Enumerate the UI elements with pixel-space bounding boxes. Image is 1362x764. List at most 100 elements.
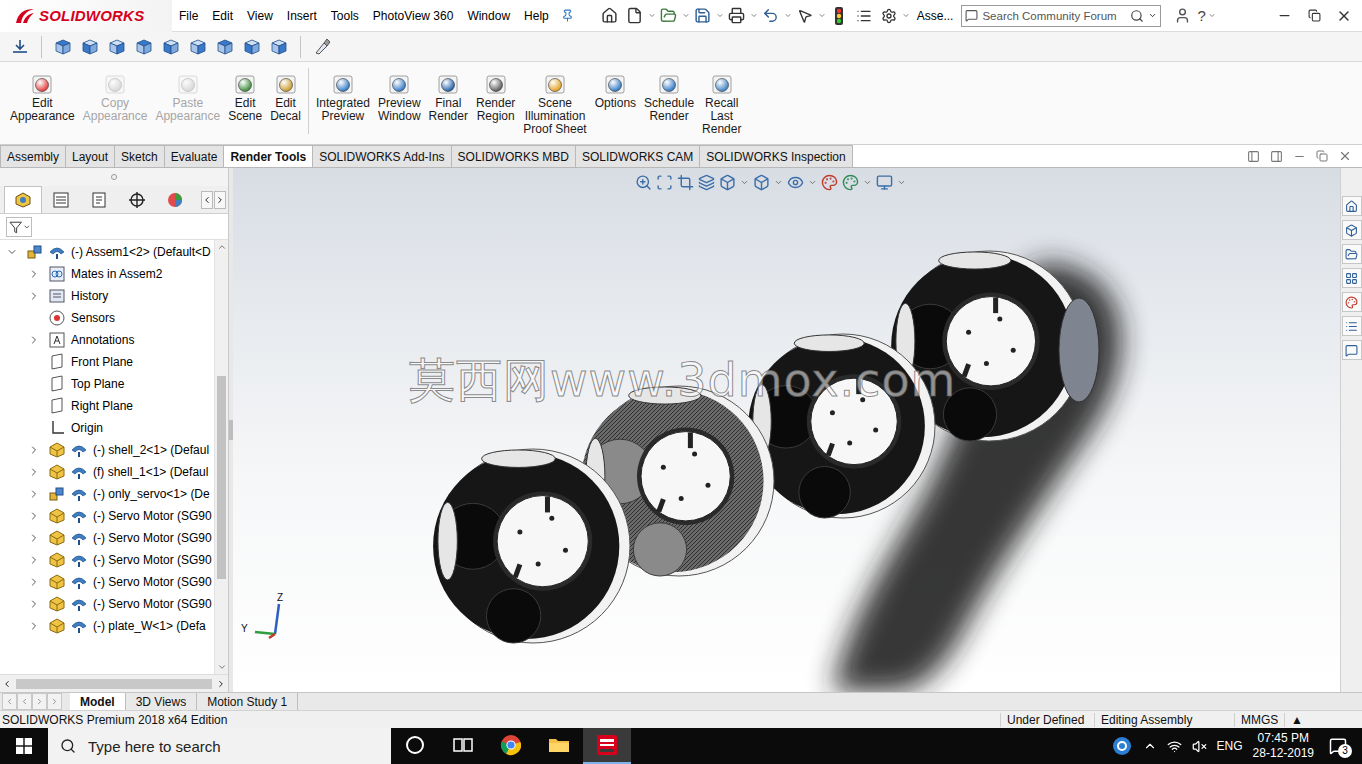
command-tab[interactable]: Sketch (114, 145, 165, 167)
view-orientation-icon[interactable] (134, 37, 154, 57)
home-button[interactable] (598, 4, 622, 28)
tab-scroll-right[interactable] (214, 191, 226, 209)
rebuild-button[interactable] (827, 4, 851, 28)
tree-item[interactable]: (-) plate_W<1> (Defa (0, 615, 214, 637)
user-button[interactable] (1169, 4, 1195, 28)
collapsed-icon[interactable] (28, 576, 40, 588)
ribbon-button[interactable]: FinalRender (425, 74, 472, 123)
view-orientation-icon[interactable] (188, 37, 208, 57)
apply-scene-icon[interactable] (842, 174, 859, 191)
tab-nav-prev[interactable] (17, 693, 32, 710)
save-button[interactable] (691, 4, 715, 28)
view-settings-icon[interactable] (876, 174, 893, 191)
scroll-down-icon[interactable] (217, 662, 227, 672)
tab-scroll-left[interactable] (201, 191, 213, 209)
tree-item[interactable]: Front Plane (0, 351, 214, 373)
view-orientation-icon[interactable] (107, 37, 127, 57)
network-icon[interactable] (1167, 739, 1182, 754)
taskbar-app[interactable] (535, 728, 583, 764)
collapsed-icon[interactable] (28, 268, 40, 280)
tree-item[interactable]: (-) Servo Motor (SG90 (0, 505, 214, 527)
task-pane-tab[interactable] (1342, 340, 1362, 360)
taskbar-app[interactable] (583, 728, 631, 764)
command-tab[interactable]: SOLIDWORKS MBD (451, 145, 576, 167)
scroll-up-icon[interactable] (217, 242, 227, 252)
tile-right-icon[interactable] (1270, 150, 1283, 163)
new-button[interactable] (623, 4, 647, 28)
help-button[interactable]: ? (1195, 7, 1207, 24)
collapsed-icon[interactable] (28, 532, 40, 544)
zoom-to-fit-icon[interactable] (635, 174, 652, 191)
show-hidden-icon[interactable] (1143, 739, 1157, 753)
tab-nav-last[interactable] (47, 693, 62, 710)
collapsed-icon[interactable] (28, 466, 40, 478)
solidworks-app-icon[interactable] (595, 733, 619, 757)
view-orientation-icon[interactable] (161, 37, 181, 57)
view-orientation-icon[interactable] (719, 174, 736, 191)
view-orientation-button[interactable] (105, 35, 129, 59)
collapsed-icon[interactable] (28, 444, 40, 456)
tab-nav-next[interactable] (32, 693, 47, 710)
menu-item[interactable]: View (240, 9, 280, 23)
collapsed-icon[interactable] (28, 554, 40, 566)
view-orientation-button[interactable] (159, 35, 183, 59)
manager-tab[interactable] (156, 186, 194, 213)
file-properties-button[interactable] (852, 4, 876, 28)
view-orientation-icon[interactable] (53, 37, 73, 57)
edit-appearance-icon[interactable] (821, 174, 838, 191)
appearance-brush-button[interactable] (310, 35, 334, 59)
model-tab[interactable]: Motion Study 1 (197, 693, 298, 710)
dropdown-icon[interactable] (902, 11, 910, 20)
manager-tab[interactable] (80, 186, 118, 213)
command-tab[interactable]: Layout (65, 145, 115, 167)
close-icon[interactable] (1338, 149, 1352, 163)
close-button[interactable] (1332, 4, 1356, 28)
assembly-model[interactable] (233, 168, 1339, 692)
options-button[interactable] (877, 4, 901, 28)
chrome-icon[interactable] (499, 733, 523, 757)
units-button[interactable]: ▲ (1284, 713, 1362, 727)
view-orientation-icon[interactable] (242, 37, 262, 57)
restore-icon[interactable] (1316, 150, 1328, 162)
tree-item[interactable]: (f) shell_1<1> (Defaul (0, 461, 214, 483)
dropdown-icon[interactable] (784, 11, 792, 20)
menu-item[interactable]: Edit (205, 9, 240, 23)
previous-view-icon[interactable] (677, 174, 694, 191)
search-box[interactable]: Search Community Forum (961, 5, 1161, 27)
tree-item[interactable]: (-) Servo Motor (SG90 (0, 593, 214, 615)
action-center[interactable]: 3 (1324, 732, 1352, 760)
view-orientation-button[interactable] (78, 35, 102, 59)
filter-icon[interactable] (9, 220, 22, 234)
print-button[interactable] (725, 4, 749, 28)
open-button[interactable] (657, 4, 681, 28)
ribbon-button[interactable]: RecallLastRender (698, 74, 745, 136)
tree-item[interactable]: Annotations (0, 329, 214, 351)
tree-item[interactable]: (-) shell_2<1> (Defaul (0, 439, 214, 461)
command-tab[interactable]: SOLIDWORKS Inspection (699, 145, 852, 167)
restore-button[interactable] (1302, 4, 1326, 28)
view-orientation-button[interactable] (240, 35, 264, 59)
task-pane-tab[interactable] (1342, 244, 1362, 264)
dropdown-icon[interactable] (648, 11, 656, 20)
tree-item[interactable]: (-) Servo Motor (SG90 (0, 527, 214, 549)
collapsed-icon[interactable] (28, 488, 40, 500)
task-view-icon[interactable] (451, 733, 475, 757)
task-pane-tab[interactable] (1342, 268, 1362, 288)
tab-nav-first[interactable] (2, 693, 17, 710)
tree-item[interactable]: (-) Servo Motor (SG90 (0, 571, 214, 593)
volume-muted-icon[interactable] (1192, 739, 1207, 754)
taskbar-app[interactable] (487, 728, 535, 764)
dropdown-icon[interactable] (808, 178, 817, 187)
tree-item[interactable]: Sensors (0, 307, 214, 329)
input-language[interactable]: ENG (1217, 739, 1243, 753)
units-label[interactable]: MMGS (1234, 713, 1284, 727)
taskbar-app[interactable] (391, 728, 439, 764)
task-pane-tab[interactable] (1342, 292, 1362, 312)
collapsed-icon[interactable] (28, 290, 40, 302)
view-orientation-icon[interactable] (215, 37, 235, 57)
dropdown-icon[interactable] (774, 178, 783, 187)
collapsed-icon[interactable] (28, 510, 40, 522)
scroll-right-icon[interactable] (216, 679, 226, 689)
section-view-icon[interactable] (698, 174, 715, 191)
filter-button[interactable] (6, 217, 32, 237)
